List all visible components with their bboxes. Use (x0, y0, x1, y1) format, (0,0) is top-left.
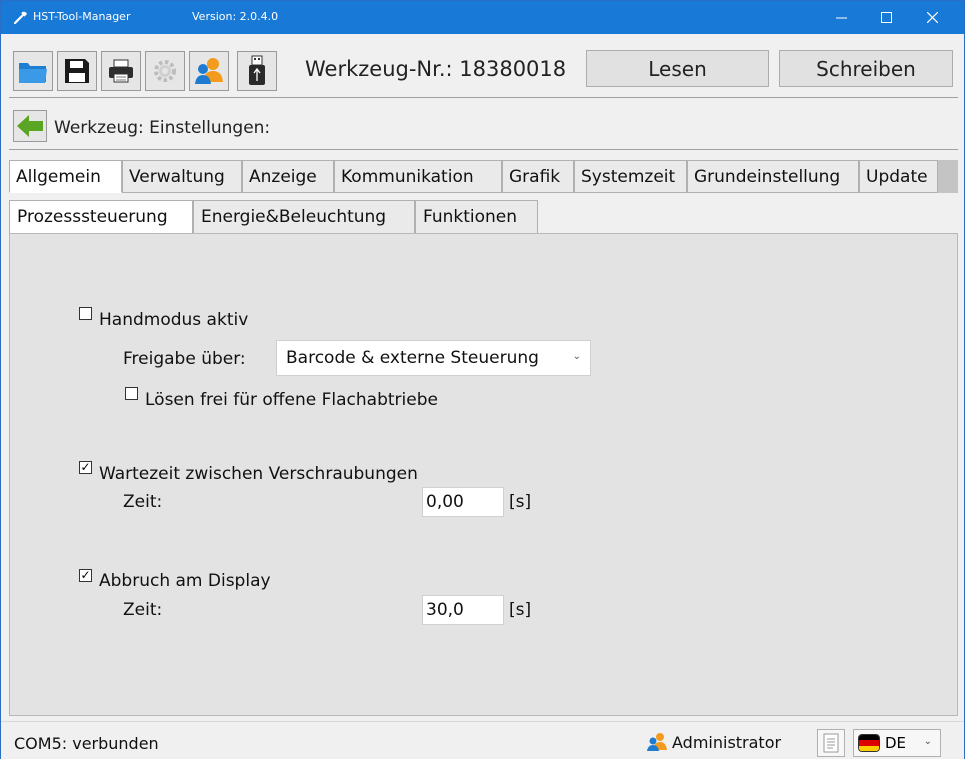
save-icon (65, 59, 89, 83)
wartezeit-checkbox[interactable]: ✓ (79, 461, 92, 474)
tab-grundeinstellung[interactable]: Grundeinstellung (687, 160, 859, 193)
settings-gear-icon (154, 60, 176, 82)
wrench-icon (13, 11, 27, 25)
loesen-checkbox[interactable] (125, 387, 138, 400)
user-icon (647, 733, 667, 751)
page-title: Werkzeug: Einstellungen: (54, 118, 271, 138)
tab-anzeige[interactable]: Anzeige (242, 160, 334, 193)
user-icon (195, 58, 223, 84)
open-folder-icon (19, 63, 47, 83)
handmodus-checkbox[interactable] (79, 307, 92, 320)
tool-number: Werkzeug-Nr.: 18380018 (305, 57, 567, 81)
toolbar: Werkzeug-Nr.: 18380018 Lesen Schreiben (1, 34, 964, 96)
tab-verwaltung[interactable]: Verwaltung (122, 160, 242, 193)
wartezeit-input[interactable]: 0,00 (422, 487, 504, 517)
freigabe-select[interactable]: Barcode & externe Steuerung ⌄ (276, 340, 591, 376)
maximize-button[interactable] (863, 1, 909, 34)
wartezeit-zeit-label: Zeit: (123, 492, 163, 512)
user-button[interactable] (189, 51, 229, 91)
minimize-button[interactable] (818, 1, 864, 34)
header-divider (9, 149, 958, 150)
open-button[interactable] (13, 51, 53, 91)
abbruch-label: Abbruch am Display (99, 571, 271, 591)
connection-status: COM5: verbunden (14, 734, 159, 753)
subtab-prozesssteuerung[interactable]: Prozesssteuerung (9, 200, 193, 234)
loesen-label: Lösen frei für offene Flachabtriebe (145, 390, 438, 410)
usb-drive-icon (249, 55, 265, 85)
subtab-funktionen[interactable]: Funktionen (415, 200, 538, 234)
tab-allgemein[interactable]: Allgemein (9, 160, 122, 193)
save-button[interactable] (57, 51, 97, 91)
title-bar: HST-Tool-Manager Version: 2.0.4.0 (1, 1, 964, 34)
german-flag-icon (858, 734, 880, 752)
close-button[interactable] (909, 1, 955, 34)
freigabe-label: Freigabe über: (123, 349, 246, 369)
language-select[interactable]: DE ⌄ (853, 729, 941, 757)
tab-grafik[interactable]: Grafik (502, 160, 574, 193)
wartezeit-unit: [s] (509, 492, 532, 512)
minimize-icon (835, 17, 847, 19)
back-arrow-icon (17, 115, 43, 137)
user-name: Administrator (672, 733, 782, 752)
tab-update[interactable]: Update (859, 160, 938, 193)
handmodus-label: Handmodus aktiv (99, 310, 249, 330)
abbruch-input[interactable]: 30,0 (422, 595, 504, 625)
maximize-icon (880, 12, 892, 23)
abbruch-zeit-label: Zeit: (123, 600, 163, 620)
language-code: DE (885, 734, 907, 752)
document-icon (823, 733, 839, 753)
abbruch-checkbox[interactable]: ✓ (79, 569, 92, 582)
chevron-down-icon: ⌄ (572, 351, 581, 362)
toolbar-divider (9, 97, 958, 98)
window-version: Version: 2.0.4.0 (192, 10, 279, 23)
write-button[interactable]: Schreiben (779, 50, 953, 87)
tab-systemzeit[interactable]: Systemzeit (574, 160, 687, 193)
abbruch-unit: [s] (509, 600, 532, 620)
tab-strip-scroll (938, 160, 958, 193)
subtab-energie-beleuchtung[interactable]: Energie&Beleuchtung (193, 200, 415, 234)
print-icon (109, 59, 133, 83)
back-button[interactable] (13, 110, 47, 142)
close-icon (926, 12, 938, 23)
usb-button[interactable] (237, 51, 277, 91)
read-button[interactable]: Lesen (586, 50, 769, 87)
tab-kommunikation[interactable]: Kommunikation (334, 160, 502, 193)
app-window: HST-Tool-Manager Version: 2.0.4.0 Werkze… (0, 0, 965, 759)
freigabe-value: Barcode & externe Steuerung (286, 348, 539, 368)
settings-button[interactable] (145, 51, 185, 91)
print-button[interactable] (101, 51, 141, 91)
chevron-down-icon: ⌄ (923, 736, 932, 747)
log-button[interactable] (817, 729, 845, 757)
wartezeit-label: Wartezeit zwischen Verschraubungen (99, 464, 418, 484)
window-title: HST-Tool-Manager (33, 10, 131, 23)
status-bar: COM5: verbunden Administrator DE ⌄ (1, 721, 964, 759)
